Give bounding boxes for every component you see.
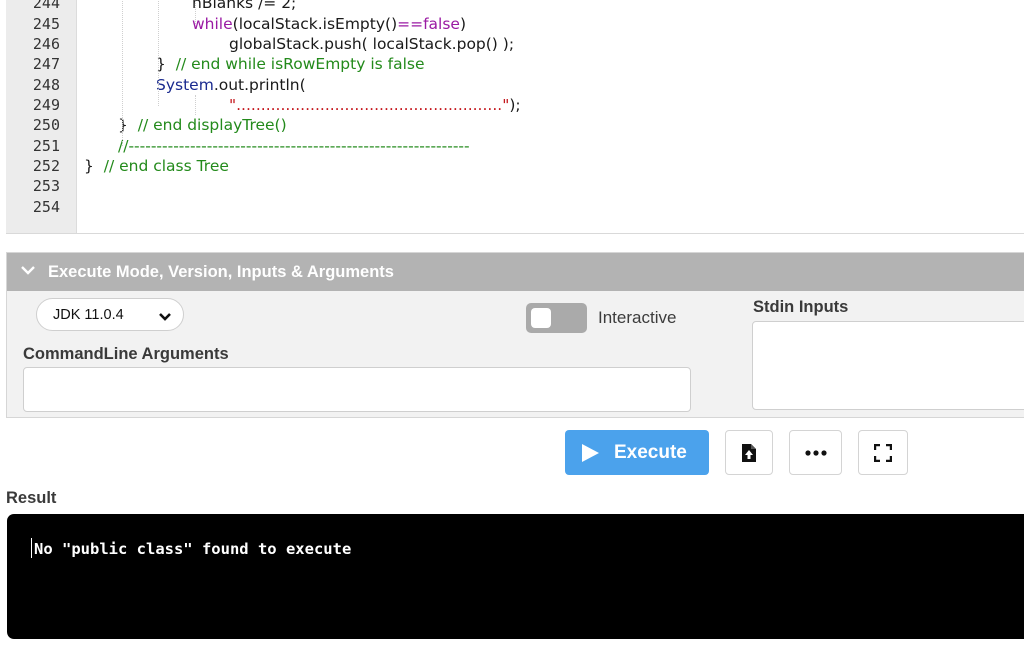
stdin-input[interactable]	[752, 321, 1024, 410]
execute-options-panel: Execute Mode, Version, Inputs & Argument…	[6, 252, 1024, 418]
code-line: while(localStack.isEmpty()==false)	[192, 14, 466, 34]
cmd-args-label: CommandLine Arguments	[23, 345, 229, 363]
code-line: nBlanks /= 2;	[192, 0, 296, 13]
indent-guide	[122, 0, 123, 146]
code-token: }	[84, 157, 104, 175]
code-token: )	[459, 15, 467, 33]
line-number: 248	[32, 76, 60, 94]
chevron-down-icon	[159, 309, 171, 321]
indent-guide	[195, 0, 196, 24]
file-upload-icon	[742, 443, 756, 462]
line-number-gutter: 244 245 246 247 248 249 250 251 252 253 254	[6, 0, 77, 233]
indent-guide	[195, 95, 196, 115]
code-token: (localStack.isEmpty()	[232, 15, 398, 33]
code-token: // end displayTree()	[137, 116, 287, 134]
jdk-version-value: JDK 11.0.4	[53, 307, 124, 323]
execute-options-title: Execute Mode, Version, Inputs & Argument…	[48, 263, 394, 281]
line-number: 252	[32, 157, 60, 175]
line-number: 249	[32, 96, 60, 114]
code-editor[interactable]: 244 245 246 247 248 249 250 251 252 253 254 nBlank…	[6, 0, 1024, 234]
code-line: } // end while isRowEmpty is false	[156, 54, 425, 74]
text-cursor	[31, 538, 32, 558]
play-icon	[580, 443, 600, 468]
line-number: 244	[32, 0, 60, 12]
code-line: globalStack.push( localStack.pop() );	[229, 34, 514, 54]
fullscreen-icon	[874, 443, 892, 462]
toggle-knob	[531, 308, 551, 328]
line-number: 251	[32, 137, 60, 155]
indent-guide	[158, 0, 159, 106]
fullscreen-button[interactable]	[858, 430, 908, 475]
line-number: 254	[32, 198, 60, 216]
code-line: ".......................................…	[229, 95, 521, 115]
code-line: //--------------------------------------…	[118, 136, 470, 156]
code-token: globalStack.push( localStack.pop() );	[229, 35, 515, 53]
more-options-button[interactable]	[789, 430, 842, 475]
execute-button[interactable]: Execute	[565, 430, 709, 475]
code-token: //--------------------------------------…	[118, 137, 470, 155]
code-line: System.out.println(	[156, 75, 306, 95]
line-number: 253	[32, 177, 60, 195]
code-token: .out.println(	[213, 76, 306, 94]
execute-options-header[interactable]: Execute Mode, Version, Inputs & Argument…	[7, 253, 1024, 291]
code-token: ".......................................…	[229, 96, 510, 114]
line-number: 250	[32, 116, 60, 134]
code-line: } // end displayTree()	[118, 115, 287, 135]
ellipsis-icon	[804, 449, 827, 456]
code-line: } // end class Tree	[84, 156, 229, 176]
code-token: nBlanks /= 2;	[192, 0, 297, 12]
code-token: while	[192, 15, 233, 33]
stdin-label: Stdin Inputs	[753, 298, 849, 316]
interactive-label: Interactive	[598, 308, 677, 327]
code-token: // end class Tree	[103, 157, 229, 175]
cmd-args-input[interactable]	[23, 367, 691, 412]
line-number: 247	[32, 55, 60, 73]
interactive-toggle[interactable]	[526, 303, 587, 333]
result-output-panel[interactable]: No "public class" found to execute	[7, 514, 1024, 639]
code-token: ==false	[397, 15, 460, 33]
code-token: }	[118, 116, 138, 134]
jdk-version-select[interactable]: JDK 11.0.4	[36, 298, 184, 331]
chevron-down-icon	[21, 262, 35, 280]
code-token: );	[509, 96, 521, 114]
upload-file-button[interactable]	[725, 430, 773, 475]
result-label: Result	[6, 489, 57, 507]
line-number: 245	[32, 15, 60, 33]
execute-label: Execute	[614, 442, 687, 463]
line-number: 246	[32, 35, 60, 53]
result-output-text: No "public class" found to execute	[34, 540, 352, 558]
code-token: System	[156, 76, 214, 94]
code-token: // end while isRowEmpty is false	[175, 55, 425, 73]
